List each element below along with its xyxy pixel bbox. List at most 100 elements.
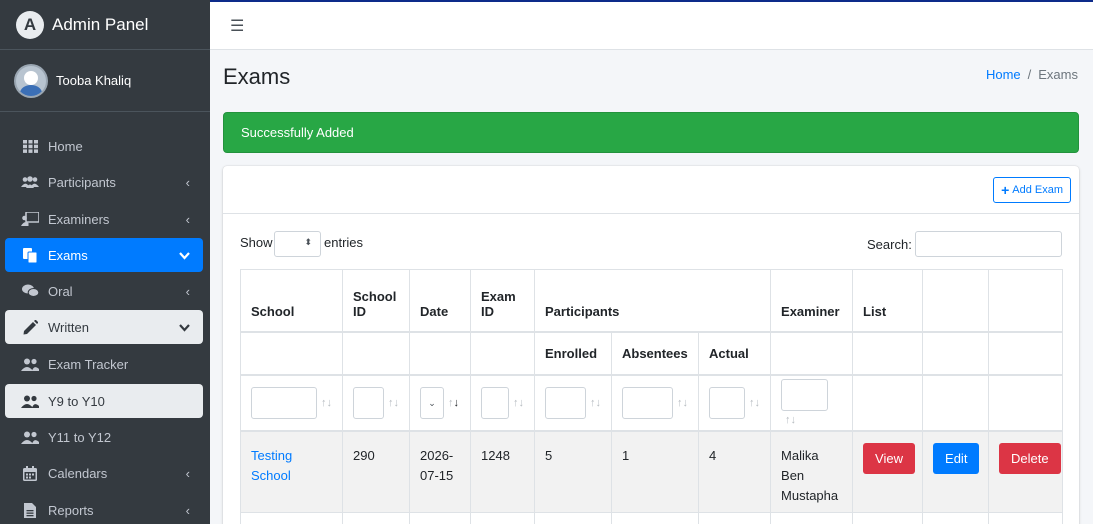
- col-date[interactable]: Date: [409, 269, 471, 333]
- sidebar-item-oral[interactable]: Oral ‹: [5, 274, 203, 308]
- sort-icon[interactable]: ↑↓: [677, 397, 688, 409]
- sort-icon[interactable]: ↑↓: [749, 397, 760, 409]
- col-delete: [988, 269, 1064, 333]
- col-school-id[interactable]: School ID: [342, 269, 410, 333]
- brand-title: Admin Panel: [52, 14, 149, 34]
- col-list[interactable]: List: [852, 269, 924, 333]
- delete-cell: Delete: [988, 430, 1064, 513]
- col-examiner[interactable]: Examiner: [770, 269, 854, 333]
- sort-icon[interactable]: ↑↓: [321, 397, 332, 409]
- chevron-left-icon: ‹: [185, 283, 190, 299]
- sidebar-item-y9-to-y10[interactable]: Y9 to Y10: [5, 384, 203, 418]
- chevron-down-icon: [179, 320, 190, 335]
- absentees-cell: 1: [611, 430, 699, 513]
- pen-icon: [21, 319, 39, 335]
- breadcrumb-home-link[interactable]: Home: [986, 67, 1021, 82]
- sidebar-item-exam-tracker[interactable]: Exam Tracker: [5, 347, 203, 381]
- school-id-filter-input[interactable]: [353, 386, 384, 419]
- sidebar-item-examiners[interactable]: Examiners ‹: [5, 202, 203, 236]
- sidebar-item-home[interactable]: Home: [5, 129, 203, 163]
- entries-label: entries: [324, 235, 364, 250]
- sort-icon[interactable]: ↑↓: [388, 397, 399, 409]
- absentees-filter-input[interactable]: [622, 386, 673, 419]
- sidebar-item-calendars[interactable]: Calendars ‹: [5, 456, 203, 490]
- col-actual[interactable]: Actual: [697, 331, 772, 376]
- list-cell: View: [852, 430, 924, 513]
- sidebar-item-reports[interactable]: Reports ‹: [5, 493, 203, 524]
- sort-icon[interactable]: ↑↓: [513, 397, 524, 409]
- menu-toggle-icon[interactable]: ☰: [230, 16, 244, 36]
- date-filter-select[interactable]: ⌄: [420, 386, 444, 419]
- card-header: + Add Exam: [223, 166, 1079, 214]
- exam-id-filter-input[interactable]: [481, 386, 509, 419]
- date-cell: 2026- 07-15: [409, 430, 471, 513]
- chevron-left-icon: ‹: [185, 174, 190, 190]
- sidebar-item-label: Oral: [48, 283, 73, 299]
- col-school[interactable]: School: [240, 269, 343, 333]
- sort-desc-icon[interactable]: ↑↓: [448, 397, 459, 409]
- user-friends-icon: [21, 431, 39, 444]
- examiner-filter-input[interactable]: [781, 379, 829, 411]
- col-enrolled[interactable]: Enrolled: [534, 331, 612, 376]
- exams-table: School School ID Date Exam ID Participants…: [240, 269, 1064, 524]
- exams-card: + Add Exam Show ⬍ entries Search: School…: [223, 166, 1079, 524]
- table-row: [240, 512, 1064, 524]
- search-input[interactable]: [915, 231, 1062, 257]
- select-arrow-icon: ⬍: [304, 237, 312, 247]
- comments-icon: [21, 284, 39, 298]
- users-icon: [21, 175, 39, 189]
- col-edit: [922, 269, 990, 333]
- sidebar-item-exams[interactable]: Exams: [5, 238, 203, 272]
- sidebar: A Admin Panel Tooba Khaliq Home Particip…: [0, 0, 210, 524]
- breadcrumb-current: Exams: [1038, 67, 1078, 82]
- sidebar-item-label: Reports: [48, 502, 94, 518]
- copy-icon: [21, 247, 39, 263]
- sidebar-item-label: Examiners: [48, 211, 110, 227]
- sidebar-item-written[interactable]: Written: [5, 310, 203, 344]
- sidebar-item-label: Y11 to Y12: [48, 429, 112, 445]
- sidebar-item-label: Calendars: [48, 465, 108, 481]
- grid-icon: [21, 139, 39, 153]
- calendar-icon: [21, 465, 39, 481]
- school-filter-input[interactable]: [251, 386, 317, 419]
- entries-select[interactable]: ⬍: [274, 231, 321, 257]
- sidebar-item-y11-to-y12[interactable]: Y11 to Y12: [5, 420, 203, 454]
- sort-icon[interactable]: ↑↓: [590, 397, 601, 409]
- school-id-cell: 290: [342, 430, 410, 513]
- sort-icon[interactable]: ↑↓: [785, 414, 796, 426]
- sidebar-item-participants[interactable]: Participants ‹: [5, 165, 203, 199]
- col-participants: Participants: [533, 269, 772, 333]
- school-link[interactable]: Testing School: [251, 448, 292, 483]
- brand[interactable]: A Admin Panel: [0, 0, 210, 50]
- subheader-row: Enrolled Absentees Actual: [240, 331, 1064, 376]
- chevron-left-icon: ‹: [185, 465, 190, 481]
- user-friends-icon: [21, 395, 39, 408]
- topbar: ☰: [210, 0, 1093, 50]
- add-exam-label: Add Exam: [1012, 184, 1063, 196]
- delete-button[interactable]: Delete: [999, 442, 1061, 474]
- edit-cell: Edit: [922, 430, 990, 513]
- actual-cell: 4: [697, 430, 772, 513]
- col-absentees[interactable]: Absentees: [611, 331, 699, 376]
- actual-filter-input[interactable]: [709, 386, 745, 419]
- sidebar-item-label: Written: [48, 319, 89, 335]
- view-button[interactable]: View: [863, 442, 915, 474]
- plus-icon: +: [1001, 182, 1010, 198]
- alert-text: Successfully Added: [241, 125, 354, 140]
- chevron-down-icon: [179, 248, 190, 263]
- breadcrumb: Home / Exams: [986, 67, 1078, 82]
- breadcrumb-separator: /: [1027, 67, 1032, 82]
- sidebar-item-label: Exams: [48, 247, 88, 263]
- user-name: Tooba Khaliq: [56, 73, 132, 88]
- add-exam-button[interactable]: + Add Exam: [993, 177, 1071, 203]
- success-alert: Successfully Added: [223, 112, 1079, 153]
- col-exam-id[interactable]: Exam ID: [470, 269, 535, 333]
- chevron-left-icon: ‹: [185, 211, 190, 227]
- sidebar-item-label: Exam Tracker: [48, 356, 129, 372]
- brand-logo-icon: A: [16, 10, 44, 39]
- edit-button[interactable]: Edit: [933, 442, 980, 474]
- user-panel[interactable]: Tooba Khaliq: [0, 50, 210, 112]
- exam-id-cell: 1248: [470, 430, 535, 513]
- enrolled-cell: 5: [534, 430, 612, 513]
- enrolled-filter-input[interactable]: [545, 386, 586, 419]
